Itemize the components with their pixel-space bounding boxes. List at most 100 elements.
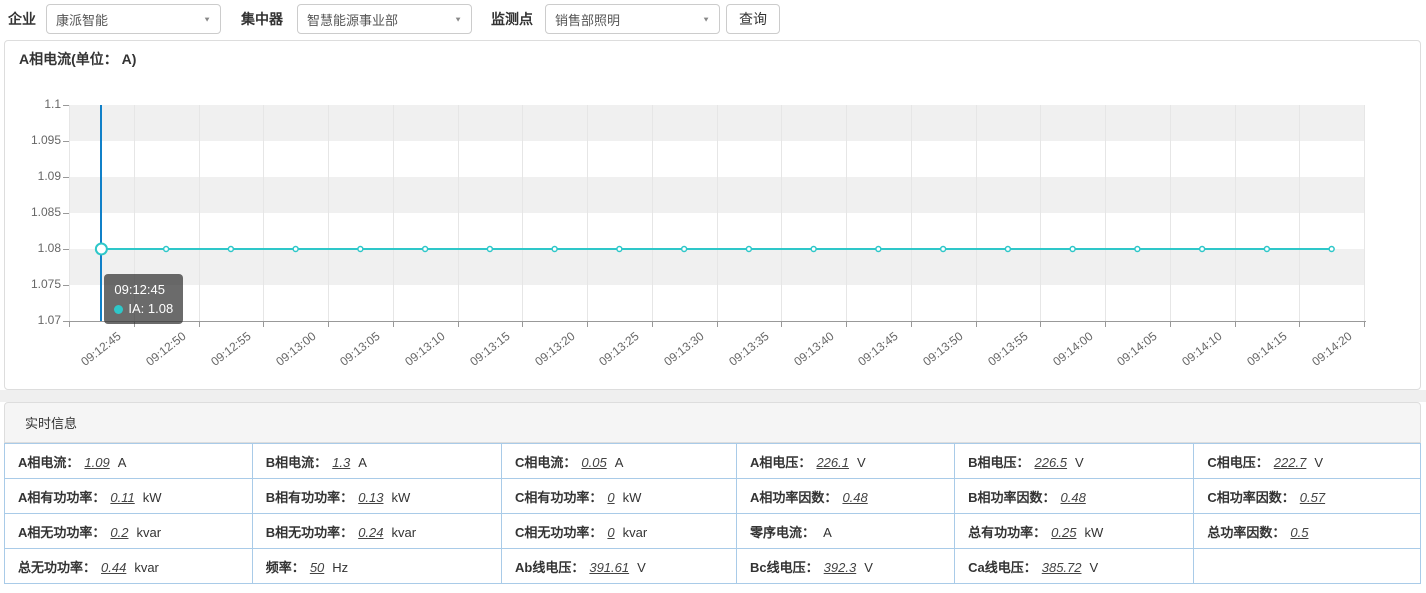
info-label: 总功率因数：	[1207, 525, 1285, 540]
data-point[interactable]	[1264, 247, 1269, 252]
table-row: A相电流：1.09AB相电流：1.3AC相电流：0.05AA相电压：226.1V…	[5, 444, 1421, 479]
x-axis-label: 09:13:50	[920, 329, 965, 369]
data-point[interactable]	[811, 247, 816, 252]
info-unit: A	[118, 455, 127, 470]
info-value: 385.72	[1042, 560, 1082, 575]
info-cell: A相功率因数：0.48	[737, 479, 955, 514]
x-axis-tick	[1235, 322, 1236, 327]
chevron-down-icon: ▼	[454, 15, 462, 23]
info-value: 0	[607, 490, 614, 505]
x-axis-tick	[69, 322, 70, 327]
data-point[interactable]	[358, 247, 363, 252]
info-value: 0	[607, 525, 614, 540]
info-unit: kW	[623, 490, 642, 505]
info-cell: 频率：50Hz	[252, 549, 501, 584]
x-axis-label: 09:13:15	[467, 329, 512, 369]
info-label: C相无功功率：	[515, 525, 602, 540]
info-cell: A相电压：226.1V	[737, 444, 955, 479]
info-unit: V	[864, 560, 873, 575]
data-point[interactable]	[164, 247, 169, 252]
y-axis-label: 1.075	[5, 277, 61, 291]
x-axis-label: 09:12:55	[208, 329, 253, 369]
x-axis-tick	[587, 322, 588, 327]
data-point[interactable]	[876, 247, 881, 252]
info-value: 0.13	[358, 490, 383, 505]
query-button[interactable]: 查询	[726, 4, 780, 34]
data-point[interactable]	[293, 247, 298, 252]
chevron-down-icon: ▼	[203, 15, 211, 23]
table-row: 总无功功率：0.44kvar频率：50HzAb线电压：391.61VBc线电压：…	[5, 549, 1421, 584]
info-cell: Ca线电压：385.72V	[955, 549, 1194, 584]
info-unit: V	[857, 455, 866, 470]
info-unit: kvar	[134, 560, 159, 575]
info-value: 0.2	[110, 525, 128, 540]
data-point[interactable]	[1005, 247, 1010, 252]
info-cell: C相功率因数： 0.57	[1194, 479, 1421, 514]
info-cell: 零序电流：A	[737, 514, 955, 549]
info-label: A相电压：	[750, 455, 811, 470]
x-axis-tick	[522, 322, 523, 327]
info-value: 391.61	[589, 560, 629, 575]
data-point[interactable]	[941, 247, 946, 252]
info-value: 0.25	[1051, 525, 1076, 540]
info-label: A相无功功率：	[18, 525, 105, 540]
info-value: 1.3	[332, 455, 350, 470]
tooltip-series-line: IA: 1.08	[114, 299, 173, 318]
info-label: A相有功功率：	[18, 490, 105, 505]
x-axis-tick	[846, 322, 847, 327]
info-unit: kW	[143, 490, 162, 505]
x-axis-tick	[328, 322, 329, 327]
info-cell-empty	[1194, 549, 1421, 584]
x-axis-label: 09:14:00	[1050, 329, 1095, 369]
data-point[interactable]	[423, 247, 428, 252]
info-label: A相功率因数：	[750, 490, 837, 505]
toolbar: 企业 康派智能 ▼ 集中器 智慧能源事业部 ▼ 监测点 销售部照明 ▼ 查询	[0, 0, 1426, 38]
info-unit: Hz	[332, 560, 348, 575]
info-unit: kvar	[136, 525, 161, 540]
data-point[interactable]	[1329, 247, 1334, 252]
chart-title: A相电流(单位： A)	[19, 49, 136, 69]
x-axis-label: 09:13:55	[985, 329, 1030, 369]
data-point[interactable]	[487, 247, 492, 252]
data-point[interactable]	[552, 247, 557, 252]
info-label: C相功率因数：	[1207, 490, 1294, 505]
info-cell: Bc线电压：392.3V	[737, 549, 955, 584]
data-point[interactable]	[1135, 247, 1140, 252]
info-unit: kvar	[623, 525, 648, 540]
concentrator-select[interactable]: 智慧能源事业部 ▼	[297, 4, 472, 34]
info-cell: A相有功功率： 0.11 kW	[5, 479, 253, 514]
data-point[interactable]	[228, 247, 233, 252]
info-label: Ca线电压：	[968, 560, 1037, 575]
info-cell: C相电流：0.05A	[502, 444, 737, 479]
monitor-point-select[interactable]: 销售部照明 ▼	[545, 4, 720, 34]
data-point-highlighted[interactable]	[96, 244, 107, 255]
x-axis-tick	[652, 322, 653, 327]
info-unit: A	[823, 525, 832, 540]
chart-card: A相电流(单位： A) 1.11.0951.091.0851.081.0751.…	[4, 40, 1421, 390]
info-label: B相功率因数：	[968, 490, 1055, 505]
series-line-svg[interactable]	[69, 105, 1364, 321]
concentrator-select-value: 智慧能源事业部	[307, 10, 398, 29]
info-unit: V	[1314, 455, 1323, 470]
data-point[interactable]	[1200, 247, 1205, 252]
x-axis-tick	[717, 322, 718, 327]
table-row: A相有功功率：0.11kWB相有功功率：0.13kWC相有功功率：0kWA相功率…	[5, 479, 1421, 514]
enterprise-select[interactable]: 康派智能 ▼	[46, 4, 221, 34]
x-axis-tick	[263, 322, 264, 327]
info-value: 0.11	[110, 490, 134, 505]
y-axis-label: 1.08	[5, 241, 61, 255]
y-axis-label: 1.085	[5, 205, 61, 219]
x-axis-label: 09:14:10	[1179, 329, 1224, 369]
data-point[interactable]	[617, 247, 622, 252]
data-point[interactable]	[1070, 247, 1075, 252]
info-label: B相有功功率：	[266, 490, 353, 505]
info-value: 0.57	[1300, 490, 1325, 505]
info-unit: V	[1075, 455, 1084, 470]
data-point[interactable]	[746, 247, 751, 252]
data-point[interactable]	[682, 247, 687, 252]
chevron-down-icon: ▼	[702, 15, 710, 23]
info-cell: C相有功功率：0kW	[502, 479, 737, 514]
x-axis-tick	[911, 322, 912, 327]
concentrator-label: 集中器	[241, 9, 283, 29]
realtime-info-table: A相电流：1.09AB相电流：1.3AC相电流：0.05AA相电压：226.1V…	[4, 443, 1421, 584]
